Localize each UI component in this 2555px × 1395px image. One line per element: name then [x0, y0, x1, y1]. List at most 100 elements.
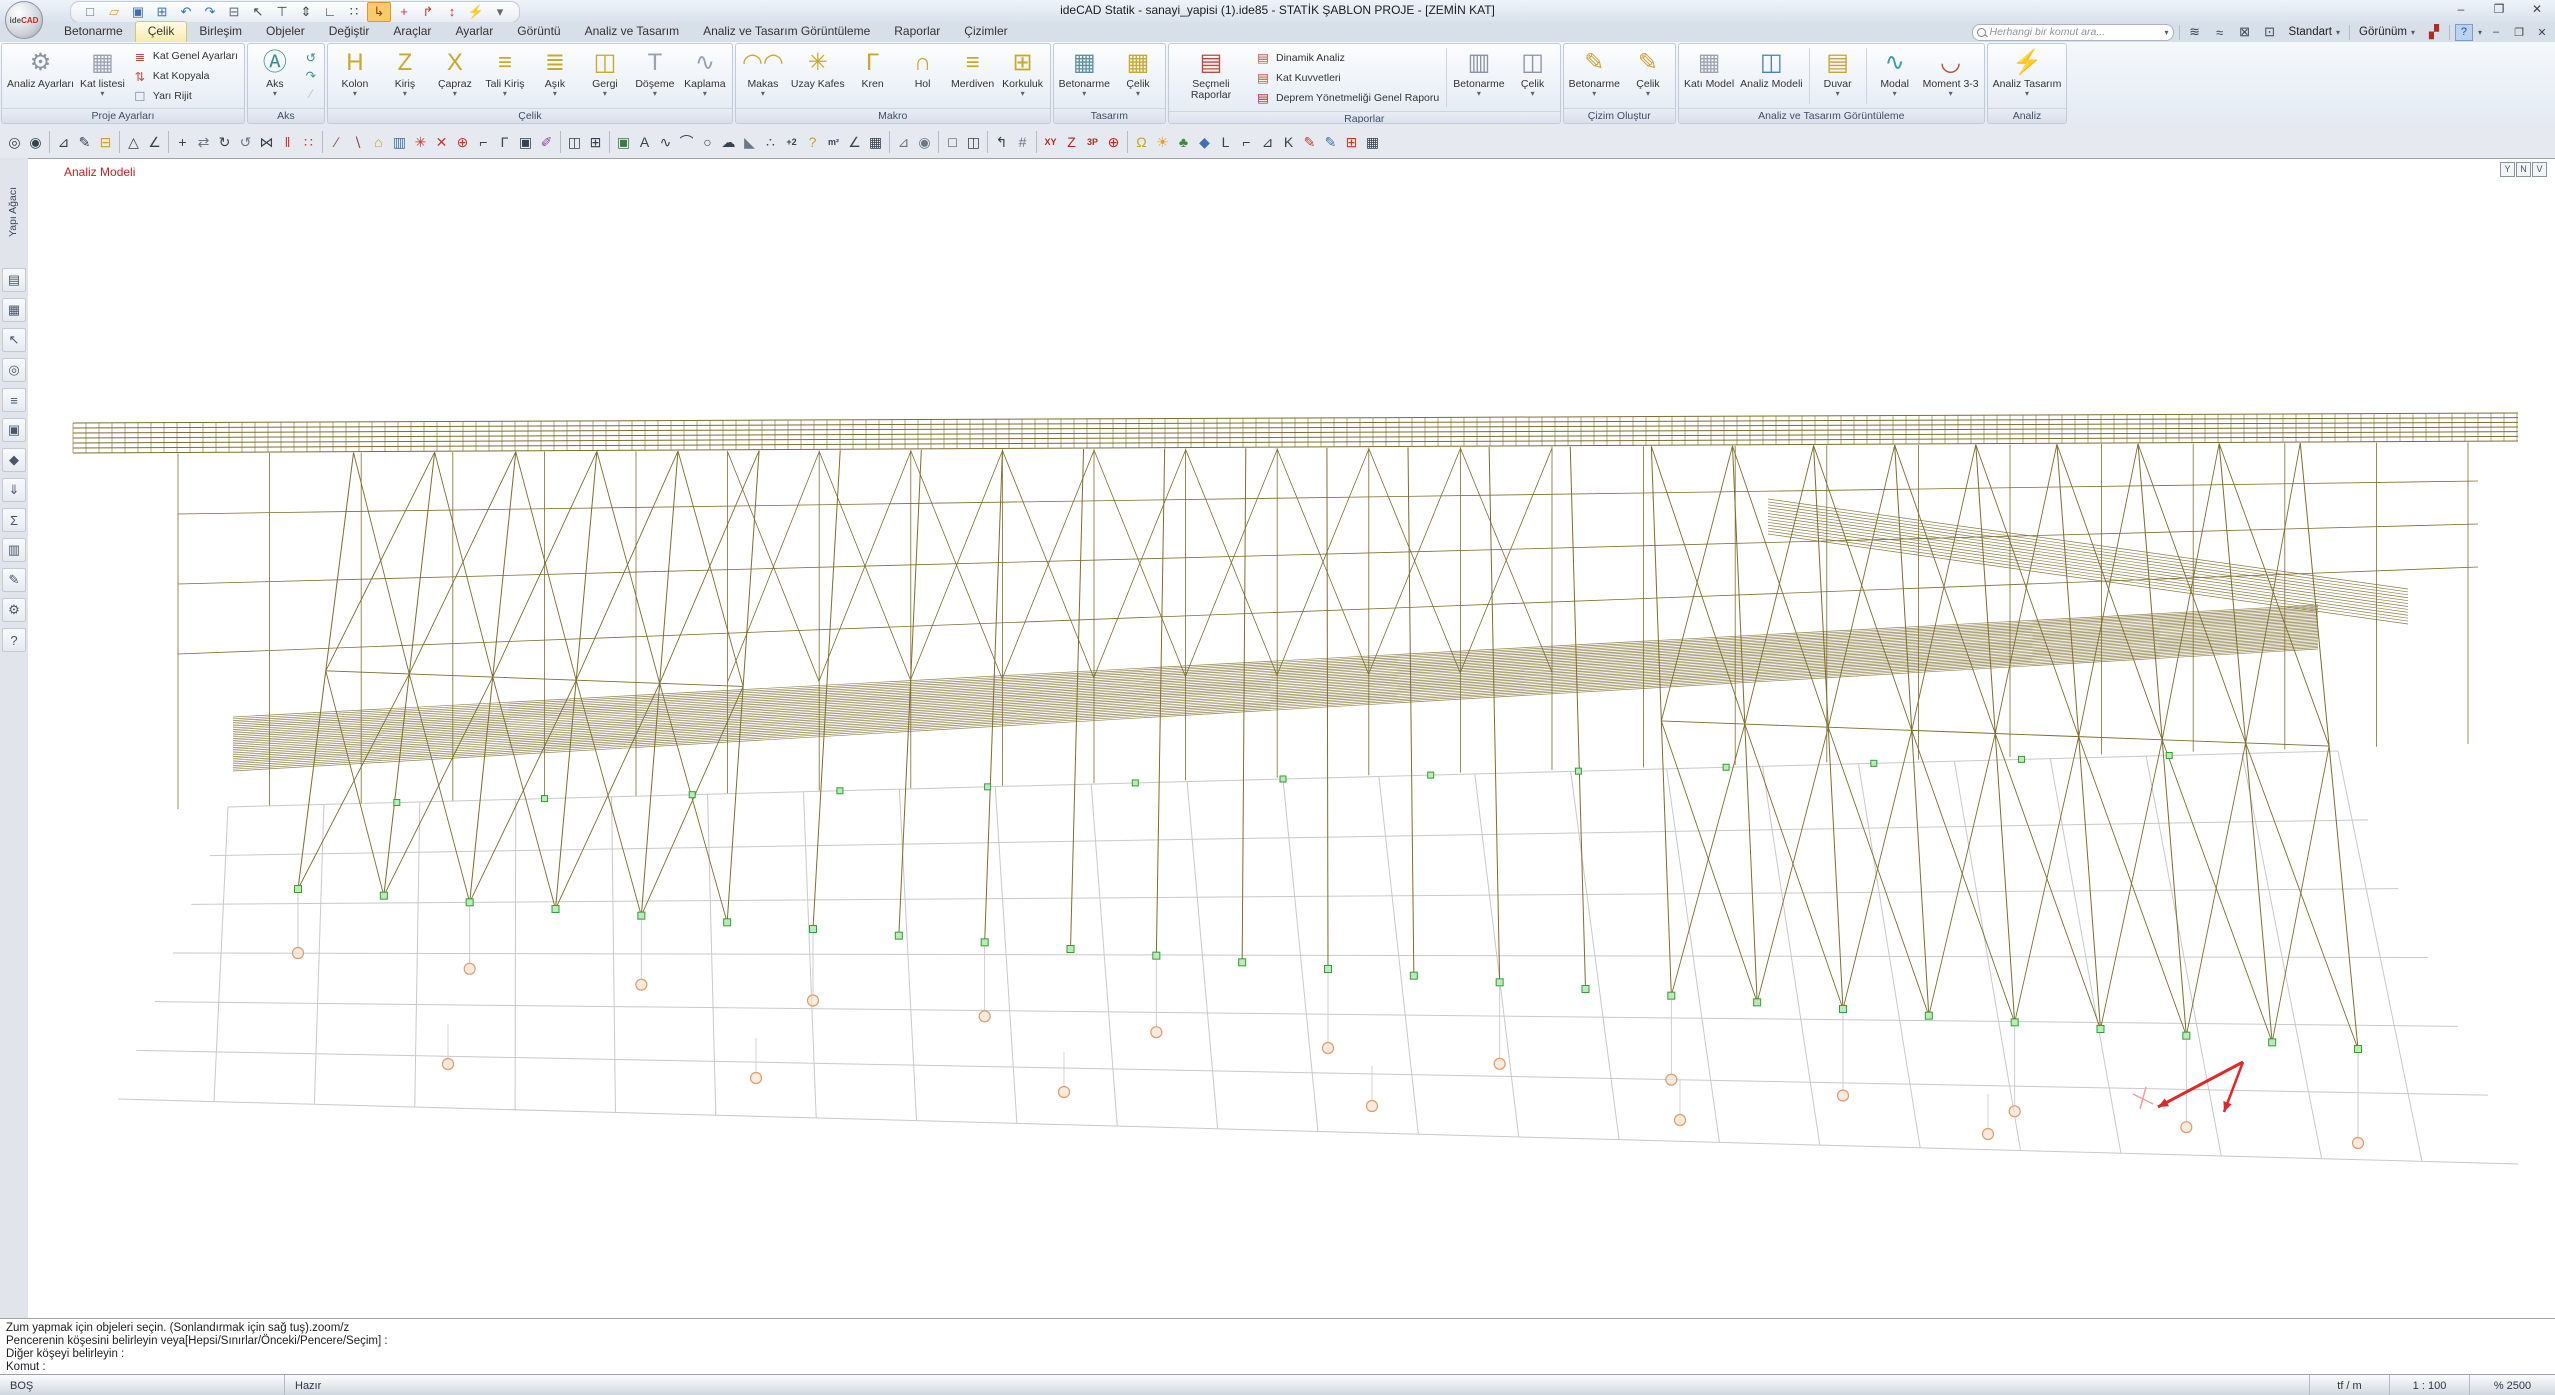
export-view-icon[interactable]: ⊡ — [2260, 24, 2280, 40]
note-paste-icon[interactable]: ⊟ — [95, 129, 116, 155]
kat-kuvvetleri-button[interactable]: ▤Kat Kuvvetleri — [1255, 69, 1439, 86]
kren-button[interactable]: ΓKren — [848, 45, 898, 107]
style-combo[interactable]: Standart ▾ — [2285, 26, 2345, 38]
array-icon[interactable]: ∷ — [298, 129, 319, 155]
save-all-icon[interactable]: ⊞ — [151, 3, 173, 21]
revision-cloud-icon[interactable]: ☁ — [718, 129, 739, 155]
çelik-button[interactable]: ▦Çelik▾ — [1113, 45, 1163, 107]
status-zoom[interactable]: % 2500 — [2470, 1375, 2555, 1395]
çapraz-button[interactable]: XÇapraz▾ — [430, 45, 480, 107]
sun-brightness-icon[interactable]: ☀ — [1152, 129, 1173, 155]
analiz-modeli-button[interactable]: ◫Analiz Modeli — [1737, 45, 1805, 107]
dimension-add-icon[interactable]: + — [393, 3, 415, 21]
section-tool-icon[interactable]: K — [1278, 129, 1299, 155]
select-add-icon[interactable]: ↖ — [247, 3, 269, 21]
kat-listesi-button[interactable]: ▦Kat listesi▾ — [77, 45, 128, 107]
doc-minimize-button[interactable]: – — [2487, 26, 2505, 38]
view-corner-button-y[interactable]: Y — [2500, 162, 2515, 177]
minimize-button[interactable]: – — [2449, 1, 2473, 18]
zoom-window-icon[interactable]: ◎ — [4, 129, 25, 155]
drawing-icon[interactable]: ✎ — [2, 568, 26, 592]
quick-analysis-icon[interactable]: ⚡ — [465, 3, 487, 21]
gergi-button[interactable]: ◫Gergi▾ — [580, 45, 630, 107]
match-properties-icon[interactable]: ✐ — [536, 129, 557, 155]
betonarme-button[interactable]: ✎Betonarme▾ — [1566, 45, 1623, 107]
layer-list-icon[interactable]: ≈ — [2210, 25, 2230, 40]
command-search-box[interactable]: Herhangi bir komut ara... ▾ — [1972, 24, 2174, 41]
text-insert-icon[interactable]: A — [634, 129, 655, 155]
hol-button[interactable]: ∩Hol — [898, 45, 948, 107]
pencil-red-icon[interactable]: ✎ — [1299, 129, 1320, 155]
axis-rotate-icon[interactable]: ↺ — [303, 51, 319, 65]
area-measure-icon[interactable]: m² — [823, 129, 844, 155]
ucs-grid-icon[interactable]: # — [1012, 129, 1033, 155]
workspace-icon[interactable]: ▞ — [2424, 24, 2444, 40]
pencil-blue-icon[interactable]: ✎ — [1320, 129, 1341, 155]
polyline-edit-icon[interactable]: ↳ — [367, 2, 391, 22]
close-view-icon[interactable]: ⊠ — [2235, 24, 2255, 40]
arc-icon[interactable]: ⌒ — [676, 129, 697, 155]
coord-z-icon[interactable]: Z — [1061, 129, 1082, 155]
compass-icon[interactable]: △ — [123, 129, 144, 155]
analiz-ayarları-button[interactable]: ⚙Analiz Ayarları — [4, 45, 77, 107]
measure-query-icon[interactable]: ? — [802, 129, 823, 155]
level-mark-icon[interactable]: ⊿ — [893, 129, 914, 155]
save-icon[interactable]: ▣ — [127, 3, 149, 21]
project-tree-icon[interactable]: ▤ — [2, 268, 26, 292]
doc-restore-button[interactable]: ❐ — [2510, 26, 2528, 39]
status-scale[interactable]: 1 : 100 — [2390, 1375, 2470, 1395]
selection-icon[interactable]: ↖ — [2, 328, 26, 352]
ucs-rotate-icon[interactable]: ↰ — [991, 129, 1012, 155]
makas-button[interactable]: ◠◠Makas▾ — [738, 45, 788, 107]
analiz-tasarım-button[interactable]: ⚡Analiz Tasarım▾ — [1990, 45, 2065, 107]
modal-button[interactable]: ∿Modal▾ — [1870, 45, 1920, 107]
extend-icon[interactable]: ∖ — [347, 129, 368, 155]
layer-previous-icon[interactable]: ≋ — [2185, 24, 2205, 40]
axis-arc-icon[interactable]: ↷ — [303, 69, 319, 83]
fillet-icon[interactable]: ⌐ — [473, 129, 494, 155]
layers-icon[interactable]: ≡ — [2, 388, 26, 412]
close-button[interactable]: ✕ — [2525, 1, 2549, 18]
çelik-button[interactable]: ◫Çelik▾ — [1508, 45, 1558, 110]
offset-double-icon[interactable]: +2 — [781, 129, 802, 155]
döşeme-button[interactable]: TDöşeme▾ — [630, 45, 680, 107]
çelik-button[interactable]: ✎Çelik▾ — [1623, 45, 1673, 107]
kat-kopyala-button[interactable]: ⇅Kat Kopyala — [132, 68, 238, 85]
kaplama-button[interactable]: ∿Kaplama▾ — [680, 45, 730, 107]
zoom-realtime-icon[interactable]: ◉ — [25, 129, 46, 155]
sidebar-tab-yapi-agaci[interactable]: Yapı Ağacı — [7, 166, 19, 258]
mirror-icon[interactable]: ⋈ — [256, 129, 277, 155]
polyline-tool-icon[interactable]: ⌐ — [1236, 129, 1257, 155]
model-viewport[interactable]: Analiz Modeli YNV — [28, 158, 2555, 1319]
tab-çizimler[interactable]: Çizimler — [952, 22, 1019, 42]
corner-icon[interactable]: ∟ — [319, 3, 341, 21]
kat-genel-ayarları-button[interactable]: ≣Kat Genel Ayarları — [132, 48, 238, 65]
stretch-icon[interactable]: ⇕ — [295, 3, 317, 21]
viewport-panes-icon[interactable]: ◫ — [963, 129, 984, 155]
visibility-icon[interactable]: ◉ — [914, 129, 935, 155]
tab-çelik[interactable]: Çelik — [135, 21, 188, 42]
help-button[interactable]: ? — [2455, 24, 2473, 41]
katı-model-button[interactable]: ▦Katı Model — [1681, 45, 1737, 107]
protractor-icon[interactable]: ∠ — [144, 129, 165, 155]
move-copy-icon[interactable]: ⇄ — [193, 129, 214, 155]
sheet-icon[interactable]: ◫ — [564, 129, 585, 155]
rotate-reference-icon[interactable]: ↺ — [235, 129, 256, 155]
render-tree-icon[interactable]: ♣ — [1173, 129, 1194, 155]
break-icon[interactable]: ✕ — [431, 129, 452, 155]
deprem-yönetmeliği-genel-raporu-button[interactable]: ▤Deprem Yönetmeliği Genel Raporu — [1255, 89, 1439, 106]
pick-pen-icon[interactable]: ✎ — [74, 129, 95, 155]
doc-close-button[interactable]: ✕ — [2533, 26, 2551, 39]
kiriş-button[interactable]: ZKiriş▾ — [380, 45, 430, 107]
help-icon[interactable]: ? — [2, 628, 26, 652]
dimension-vertical-icon[interactable]: ↕ — [441, 3, 463, 21]
view-corner-button-n[interactable]: N — [2516, 162, 2531, 177]
explode-icon[interactable]: ✳ — [410, 129, 431, 155]
command-prompt-area[interactable]: Zum yapmak için objeleri seçin. (Sonland… — [0, 1318, 2555, 1374]
aks-button[interactable]: ⒶAks▾ — [250, 45, 300, 107]
tab-birleşim[interactable]: Birleşim — [187, 22, 254, 42]
search-dropdown-icon[interactable]: ▾ — [2165, 28, 2169, 37]
tab-objeler[interactable]: Objeler — [254, 22, 317, 42]
dome-icon[interactable]: ⌂ — [368, 129, 389, 155]
restore-button[interactable]: ❐ — [2487, 1, 2511, 18]
